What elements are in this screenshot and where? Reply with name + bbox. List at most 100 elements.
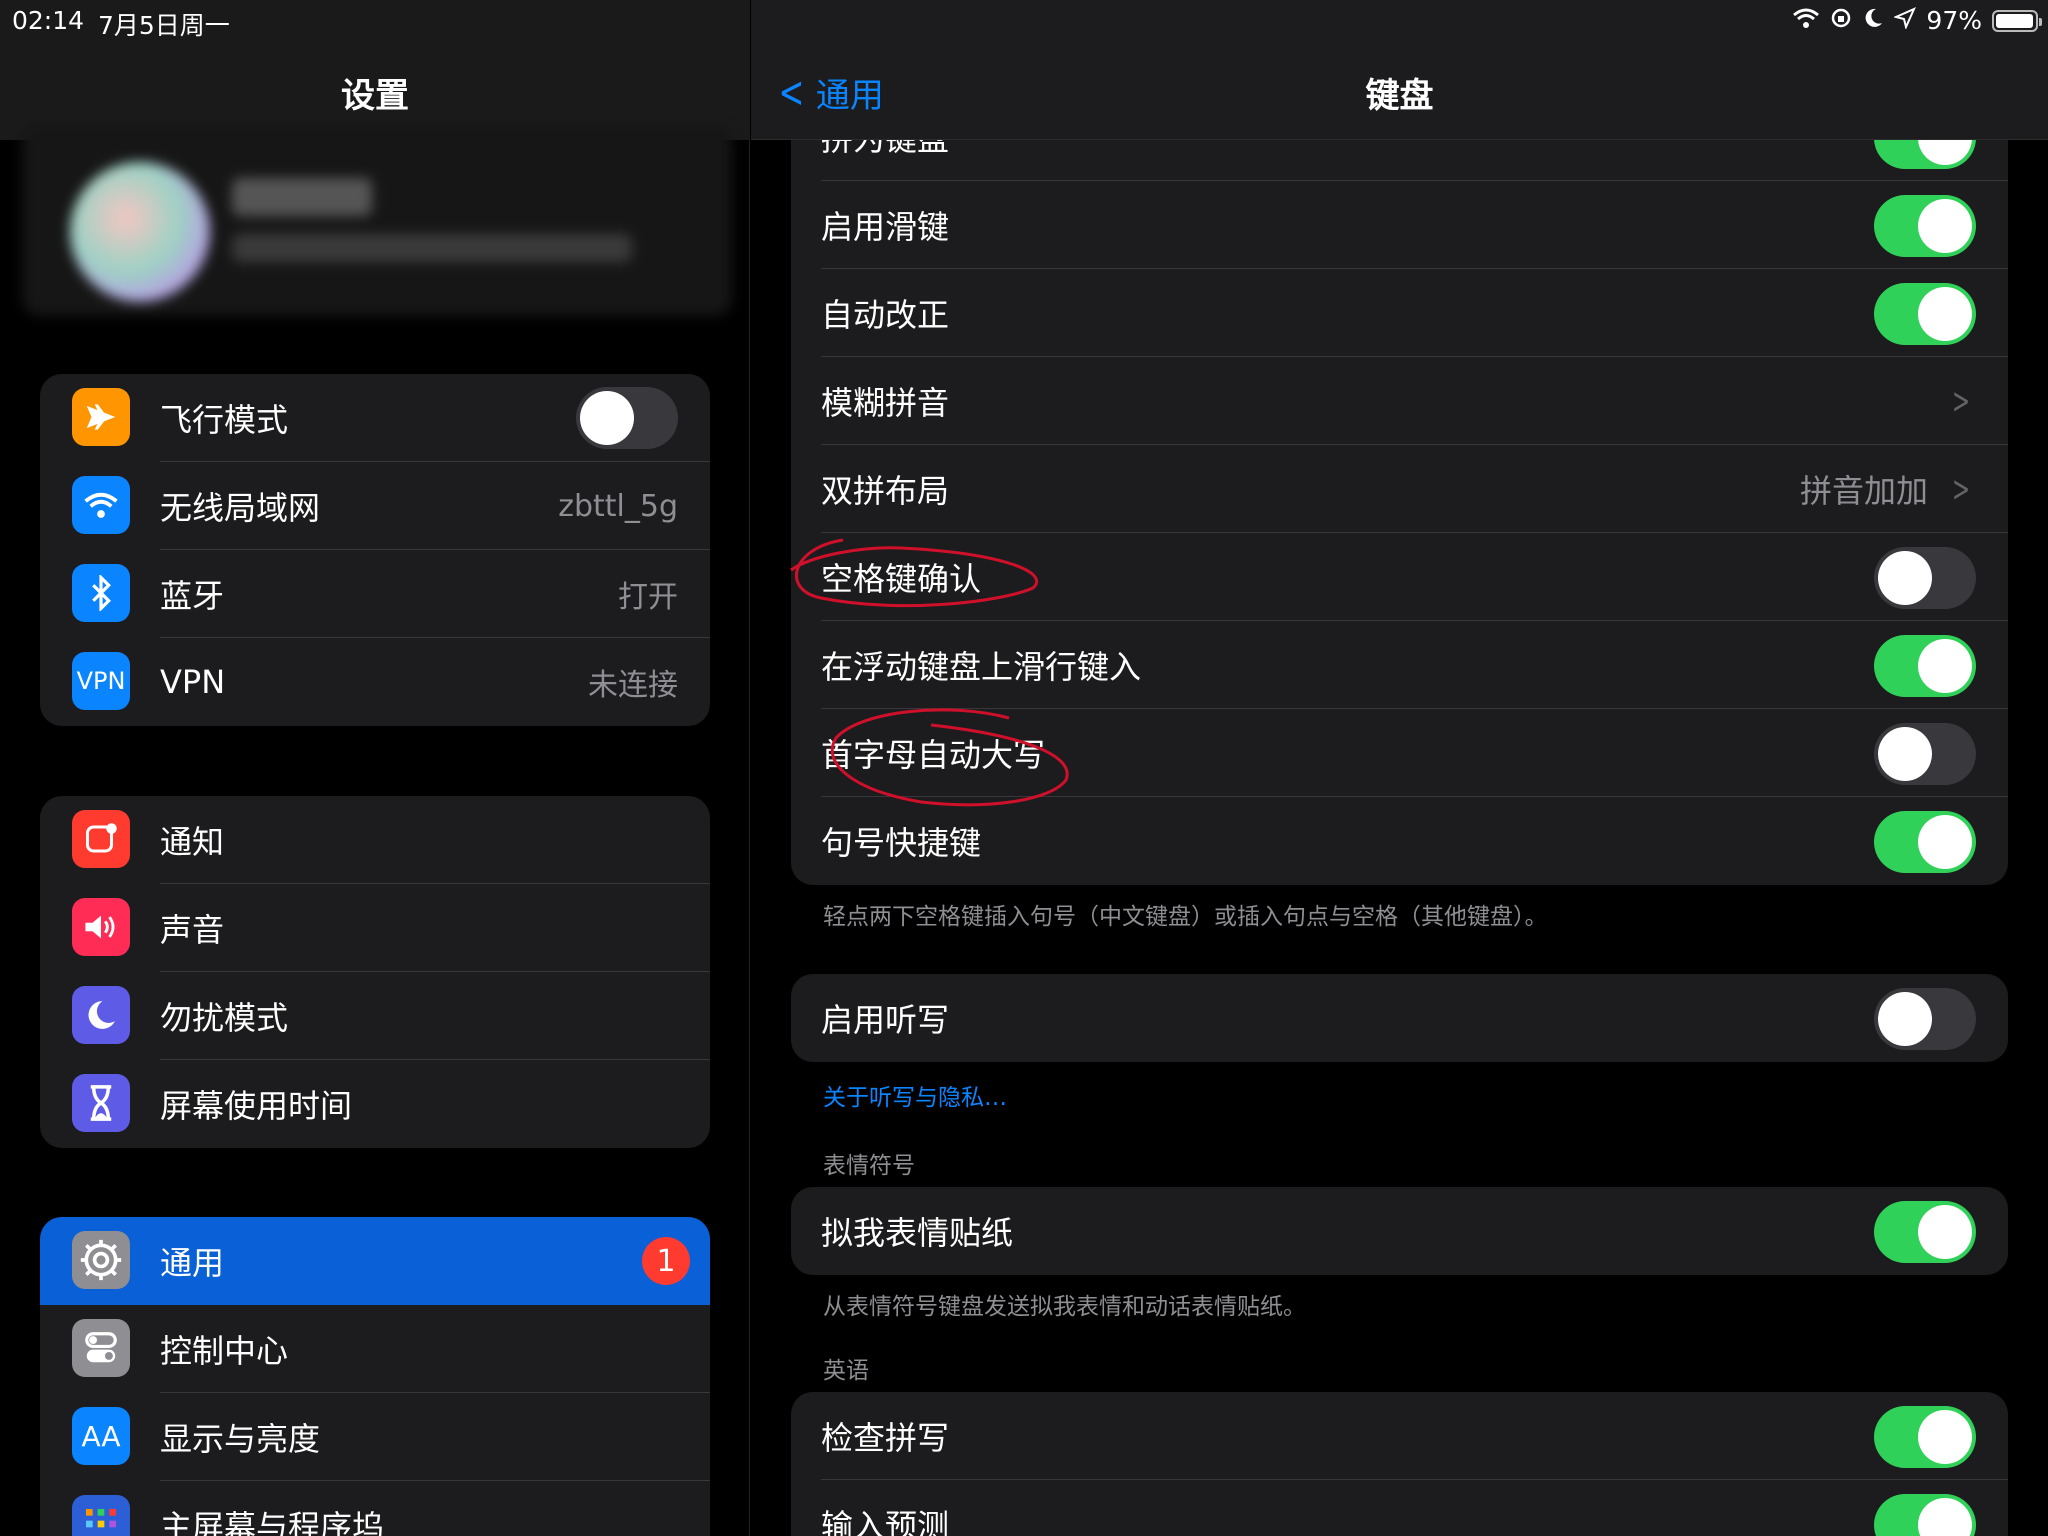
sidebar-item-home-screen-dock[interactable]: 主屏幕与程序坞: [40, 1481, 710, 1536]
battery-icon: [1992, 9, 2042, 32]
sidebar-item-notifications[interactable]: 通知: [40, 796, 710, 884]
redacted-subtitle: [232, 234, 632, 262]
bluetooth-icon: [72, 564, 130, 622]
toggle-knob: [1918, 1498, 1972, 1536]
toggle-knob: [1918, 815, 1972, 869]
sidebar-item-label: 声音: [160, 911, 225, 949]
sidebar-item-label: 控制中心: [160, 1332, 289, 1370]
settings-sidebar: 设置 飞行模式 无线局域网 zbttl_5g 蓝牙 打开 VPN VPN 未连接…: [0, 0, 750, 1536]
apple-id-profile-card[interactable]: [22, 126, 732, 316]
row-slide-on-floating-keyboard[interactable]: 在浮动键盘上滑行键入: [791, 621, 2008, 709]
row-shuangpin-layout[interactable]: 双拼布局 拼音加加 >: [791, 445, 2008, 533]
avatar: [70, 162, 210, 302]
row-memoji-stickers[interactable]: 拟我表情贴纸: [791, 1187, 2008, 1275]
sidebar-item-wifi[interactable]: 无线局域网 zbttl_5g: [40, 462, 710, 550]
english-section-header: 英语: [823, 1358, 869, 1384]
sidebar-item-label: 主屏幕与程序坞: [160, 1508, 385, 1536]
home-screen-icon: [72, 1495, 130, 1536]
dictation-card: 启用听写: [791, 974, 2008, 1062]
row-space-confirm[interactable]: 空格键确认: [791, 533, 2008, 621]
row-label: 模糊拼音: [821, 384, 950, 422]
row-label: 检查拼写: [821, 1419, 950, 1457]
sidebar-item-sounds[interactable]: 声音: [40, 884, 710, 972]
wifi-icon: [72, 476, 130, 534]
memoji-card: 拟我表情贴纸: [791, 1187, 2008, 1275]
sidebar-item-label: 通知: [160, 823, 225, 861]
battery-fill: [1996, 13, 2033, 28]
row-label: 首字母自动大写: [821, 736, 1046, 774]
sidebar-item-display-brightness[interactable]: AA 显示与亮度: [40, 1393, 710, 1481]
period-shortcut-toggle[interactable]: [1874, 811, 1976, 873]
memoji-stickers-toggle[interactable]: [1874, 1201, 1976, 1263]
sidebar-item-control-center[interactable]: 控制中心: [40, 1305, 710, 1393]
row-label: 双拼布局: [821, 472, 950, 510]
rotation-lock-icon: [1830, 6, 1852, 35]
floating-keyboard-slide-toggle[interactable]: [1874, 635, 1976, 697]
sidebar-item-label: 显示与亮度: [160, 1420, 321, 1458]
dictation-privacy-link[interactable]: 关于听写与隐私…: [823, 1078, 1007, 1112]
connectivity-group: 飞行模式 无线局域网 zbttl_5g 蓝牙 打开 VPN VPN 未连接: [40, 374, 710, 726]
row-check-spelling[interactable]: 检查拼写: [791, 1392, 2008, 1480]
notification-icon: [72, 810, 130, 868]
toggle-knob: [580, 391, 634, 445]
row-label: 自动改正: [821, 296, 950, 334]
toggle-knob: [1918, 199, 1972, 253]
row-auto-correct[interactable]: 自动改正: [791, 269, 2008, 357]
row-label: 输入预测: [821, 1507, 950, 1536]
gear-icon: [72, 1231, 130, 1289]
toggle-knob: [1878, 992, 1932, 1046]
predictive-toggle[interactable]: [1874, 1494, 1976, 1536]
row-label: 启用滑键: [821, 208, 950, 246]
keyboard-settings-pane: < 通用 键盘 拼为键盘 启用滑键 自动改正 模糊拼音 > 双拼布局 拼音加加: [751, 0, 2048, 1536]
toggle-knob: [1918, 1205, 1972, 1259]
row-predictive[interactable]: 输入预测: [791, 1480, 2008, 1536]
bluetooth-status: 打开: [618, 580, 678, 615]
wifi-status-icon: [1792, 6, 1820, 35]
check-spelling-toggle[interactable]: [1874, 1406, 1976, 1468]
auto-correct-toggle[interactable]: [1874, 283, 1976, 345]
toggle-knob: [1918, 1410, 1972, 1464]
english-card: 检查拼写 输入预测: [791, 1392, 2008, 1536]
sidebar-item-do-not-disturb[interactable]: 勿扰模式: [40, 972, 710, 1060]
sidebar-item-general[interactable]: 通用 1: [40, 1217, 710, 1305]
control-center-icon: [72, 1319, 130, 1377]
sidebar-item-bluetooth[interactable]: 蓝牙 打开: [40, 550, 710, 638]
dictation-toggle[interactable]: [1874, 988, 1976, 1050]
notifications-group: 通知 声音 勿扰模式 屏幕使用时间: [40, 796, 710, 1148]
row-fuzzy-pinyin[interactable]: 模糊拼音 >: [791, 357, 2008, 445]
display-icon: AA: [72, 1407, 130, 1465]
space-confirm-toggle[interactable]: [1874, 547, 1976, 609]
airplane-icon: [72, 388, 130, 446]
emoji-section-header: 表情符号: [823, 1153, 915, 1179]
toggle-knob: [1878, 727, 1932, 781]
memoji-footnote: 从表情符号键盘发送拟我表情和动话表情贴纸。: [823, 1294, 1306, 1320]
page-title: 键盘: [1365, 76, 1434, 116]
row-auto-capitalization[interactable]: 首字母自动大写: [791, 709, 2008, 797]
status-icons: 97%: [1792, 6, 2042, 35]
airplane-mode-toggle[interactable]: [576, 387, 678, 449]
row-label: 拟我表情贴纸: [821, 1214, 1014, 1252]
hourglass-icon: [72, 1074, 130, 1132]
status-bar: 02:14 7月5日周一 97%: [0, 0, 2048, 40]
sound-icon: [72, 898, 130, 956]
sidebar-item-label: 屏幕使用时间: [160, 1087, 353, 1125]
row-label: 空格键确认: [821, 560, 982, 598]
row-enable-slide-key[interactable]: 启用滑键: [791, 181, 2008, 269]
slide-key-toggle[interactable]: [1874, 195, 1976, 257]
chevron-right-icon: >: [1951, 468, 1970, 510]
location-icon: [1893, 6, 1917, 35]
vpn-status: 未连接: [588, 668, 678, 703]
auto-capitalization-toggle[interactable]: [1874, 723, 1976, 785]
period-shortcut-footnote: 轻点两下空格键插入句号（中文键盘）或插入句点与空格（其他键盘）。: [823, 904, 1548, 930]
sidebar-item-vpn[interactable]: VPN VPN 未连接: [40, 638, 710, 726]
sidebar-item-airplane-mode[interactable]: 飞行模式: [40, 374, 710, 462]
row-enable-dictation[interactable]: 启用听写: [791, 974, 2008, 1062]
row-period-shortcut[interactable]: 句号快捷键: [791, 797, 2008, 885]
row-label: 启用听写: [821, 1001, 950, 1039]
vpn-icon: VPN: [72, 652, 130, 710]
sidebar-item-label: 勿扰模式: [160, 999, 289, 1037]
sidebar-item-label: 无线局域网: [160, 489, 321, 527]
sidebar-item-screen-time[interactable]: 屏幕使用时间: [40, 1060, 710, 1148]
sidebar-item-label: VPN: [160, 663, 226, 701]
moon-icon: [72, 986, 130, 1044]
